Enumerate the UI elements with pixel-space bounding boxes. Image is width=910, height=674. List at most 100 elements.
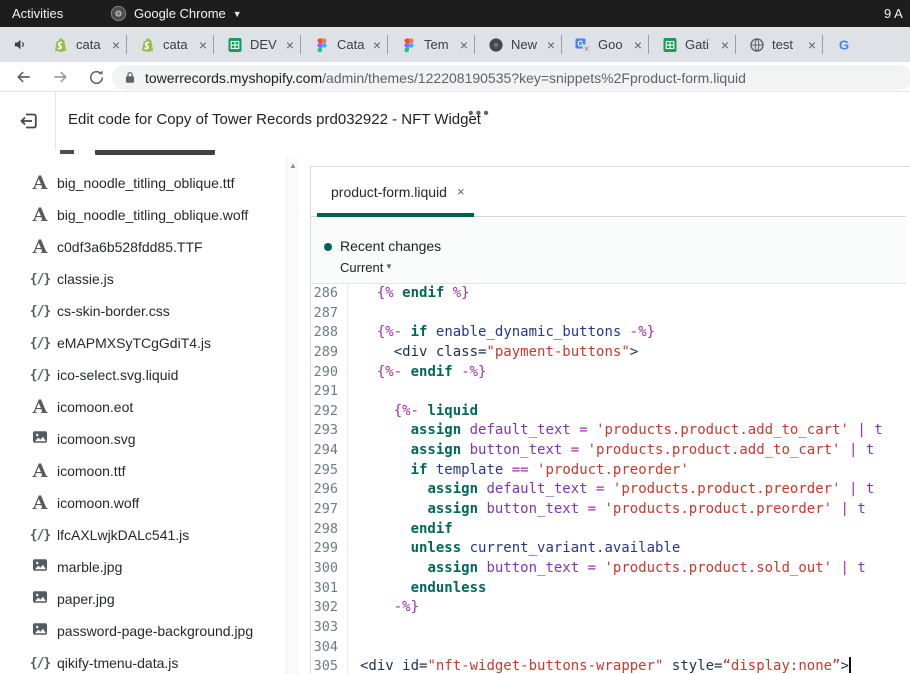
reload-button[interactable] [84,65,108,89]
tab-close-icon[interactable]: × [112,38,120,52]
file-item-classie.js[interactable]: {/}classie.js [0,263,286,295]
code-line-298[interactable]: 298 endif [311,520,910,540]
line-text: endif [360,520,453,540]
version-dropdown[interactable]: Current [340,260,383,275]
browser-tab[interactable]: New× [475,27,562,62]
line-text: assign button_text = 'products.product.a… [360,441,874,461]
image-file-icon [28,557,52,578]
code-line-303[interactable]: 303 [311,618,910,638]
browser-tab[interactable]: cata× [40,27,127,62]
recent-changes-label: Recent changes [340,238,441,254]
code-line-288[interactable]: 288 {%- if enable_dynamic_buttons -%} [311,323,910,343]
file-name: qikify-tmenu-data.js [57,655,178,671]
code-line-287[interactable]: 287 [311,304,910,324]
sidebar-scrollbar[interactable]: ▲ [286,157,299,674]
tab-close-icon[interactable]: × [808,38,816,52]
browser-tab[interactable]: cata× [127,27,214,62]
code-line-291[interactable]: 291 [311,382,910,402]
file-item-ico-select.svg.liquid[interactable]: {/}ico-select.svg.liquid [0,359,286,391]
browser-tab[interactable]: Tem× [388,27,475,62]
font-file-icon: A [28,493,52,513]
version-caret-icon[interactable]: ▼ [385,262,393,271]
file-item-password-page-background.jpg[interactable]: password-page-background.jpg [0,615,286,647]
tab-close-icon[interactable]: × [634,38,642,52]
line-text: -%} [360,598,419,618]
forward-button[interactable] [48,65,72,89]
file-item-cs-skin-border.css[interactable]: {/}cs-skin-border.css [0,295,286,327]
tab-close-icon[interactable]: × [286,38,294,52]
file-item-marble.jpg[interactable]: marble.jpg [0,551,286,583]
tab-close-icon[interactable]: × [721,38,729,52]
file-item-paper.jpg[interactable]: paper.jpg [0,583,286,615]
clipped-file-item[interactable] [57,150,237,157]
image-file-icon [28,589,52,610]
file-item-big_noodle_titling_oblique.woff[interactable]: Abig_noodle_titling_oblique.woff [0,199,286,231]
browser-tab[interactable]: test× [736,27,823,62]
code-line-292[interactable]: 292 {%- liquid [311,402,910,422]
file-item-icomoon.ttf[interactable]: Aicomoon.ttf [0,455,286,487]
chrome-icon [110,5,127,22]
file-item-icomoon.svg[interactable]: icomoon.svg [0,423,286,455]
code-line-302[interactable]: 302 -%} [311,598,910,618]
code-line-299[interactable]: 299 unless current_variant.available [311,539,910,559]
tab-close-icon[interactable]: × [373,38,381,52]
line-text: if template == 'product.preorder' [360,461,689,481]
speaker-icon[interactable] [0,37,40,52]
file-item-c0df3a6b528fdd85.TTF[interactable]: Ac0df3a6b528fdd85.TTF [0,231,286,263]
code-line-300[interactable]: 300 assign button_text = 'products.produ… [311,559,910,579]
code-line-290[interactable]: 290 {%- endif -%} [311,363,910,383]
exit-code-editor-button[interactable] [16,108,42,134]
line-number: 290 [311,363,347,383]
browser-tab[interactable]: GxGoo× [562,27,649,62]
recent-changes-bar: Recent changes Current ▼ [311,218,906,284]
code-line-304[interactable]: 304 [311,638,910,658]
editor-tab-close-icon[interactable]: × [457,184,465,199]
line-text: {%- endif -%} [360,363,486,383]
code-file-icon: {/} [28,304,52,319]
file-item-icomoon.eot[interactable]: Aicomoon.eot [0,391,286,423]
shopify-favicon-icon [140,37,156,53]
file-name: password-page-background.jpg [57,623,253,639]
browser-tab[interactable]: Gati× [649,27,736,62]
tab-close-icon[interactable]: × [199,38,207,52]
line-text: <div class="payment-buttons"> [360,343,638,363]
code-line-301[interactable]: 301 endunless [311,579,910,599]
code-line-289[interactable]: 289 <div class="payment-buttons"> [311,343,910,363]
tab-close-icon[interactable]: × [460,38,468,52]
google-favicon-icon: G [836,37,852,53]
more-actions-button[interactable]: ••• [468,105,491,123]
code-line-294[interactable]: 294 assign button_text = 'products.produ… [311,441,910,461]
file-item-qikify-tmenu-data.js[interactable]: {/}qikify-tmenu-data.js [0,647,286,674]
editor-tab-product-form[interactable]: product-form.liquid × [311,167,474,217]
browser-tab[interactable]: G [823,27,910,62]
browser-tab[interactable]: DEV× [214,27,301,62]
file-item-lfcAXLwjkDALc541.js[interactable]: {/}lfcAXLwjkDALc541.js [0,519,286,551]
code-line-293[interactable]: 293 assign default_text = 'products.prod… [311,421,910,441]
active-tab-underline [317,213,474,217]
scroll-up-icon[interactable]: ▲ [287,161,299,170]
code-line-305[interactable]: 305<div id="nft-widget-buttons-wrapper" … [311,657,910,674]
browser-tab[interactable]: Cata × [301,27,388,62]
code-area[interactable]: 286 {% endif %}287288 {%- if enable_dyna… [311,284,910,674]
line-number: 295 [311,461,347,481]
file-item-eMAPMXSyTCgGdiT4.js[interactable]: {/}eMAPMXSyTCgGdiT4.js [0,327,286,359]
app-menu[interactable]: Google Chrome ▼ [110,5,242,22]
darkdisc-favicon-icon [488,37,504,53]
line-text: assign button_text = 'products.product.s… [360,559,866,579]
address-bar[interactable]: towerrecords.myshopify.com/admin/themes/… [112,65,910,90]
sheets-favicon-icon [662,37,678,53]
code-line-295[interactable]: 295 if template == 'product.preorder' [311,461,910,481]
code-line-286[interactable]: 286 {% endif %} [311,284,910,304]
code-line-297[interactable]: 297 assign button_text = 'products.produ… [311,500,910,520]
file-item-big_noodle_titling_oblique.ttf[interactable]: Abig_noodle_titling_oblique.ttf [0,167,286,199]
file-sidebar: Abig_noodle_titling_oblique.ttfAbig_nood… [0,150,286,674]
back-button[interactable] [12,65,36,89]
line-number: 299 [311,539,347,559]
file-item-icomoon.woff[interactable]: Aicomoon.woff [0,487,286,519]
line-number: 303 [311,618,347,638]
tab-close-icon[interactable]: × [547,38,555,52]
browser-tab-label: Cata [337,37,366,52]
code-line-296[interactable]: 296 assign default_text = 'products.prod… [311,480,910,500]
activities-button[interactable]: Activities [12,6,63,21]
file-name: icomoon.svg [57,431,136,447]
